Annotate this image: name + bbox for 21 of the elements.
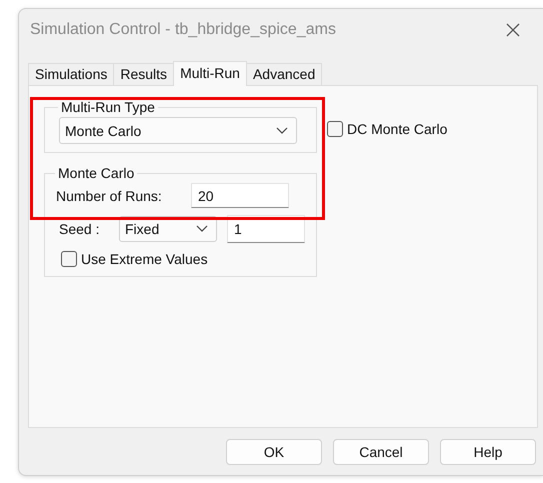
close-icon[interactable]	[506, 23, 520, 37]
checkbox-label: DC Monte Carlo	[347, 121, 448, 137]
chevron-down-icon	[276, 126, 288, 134]
input-field[interactable]: 20	[191, 183, 289, 208]
window-title: Simulation Control - tb_hbridge_spice_ams	[30, 21, 337, 39]
dropdown[interactable]: Monte Carlo	[59, 117, 297, 144]
field-label: Number of Runs:	[56, 188, 163, 204]
dialog-button[interactable]: Cancel	[333, 439, 429, 465]
chevron-down-icon	[196, 225, 208, 233]
tab[interactable]: Simulations	[28, 63, 114, 85]
dialog-button[interactable]: Help	[440, 439, 536, 465]
field-label: Seed :	[58, 221, 100, 237]
dialog-button[interactable]: OK	[226, 439, 322, 465]
input-field[interactable]: 1	[227, 215, 305, 243]
group-label: Multi-Run Type	[60, 99, 156, 115]
tab[interactable]: Advanced	[246, 63, 322, 85]
checkbox[interactable]	[327, 121, 343, 137]
checkbox[interactable]	[61, 251, 77, 267]
checkbox-label: Use Extreme Values	[81, 251, 208, 267]
tab[interactable]: Multi-Run	[173, 61, 247, 86]
group-label: Monte Carlo	[57, 165, 136, 181]
